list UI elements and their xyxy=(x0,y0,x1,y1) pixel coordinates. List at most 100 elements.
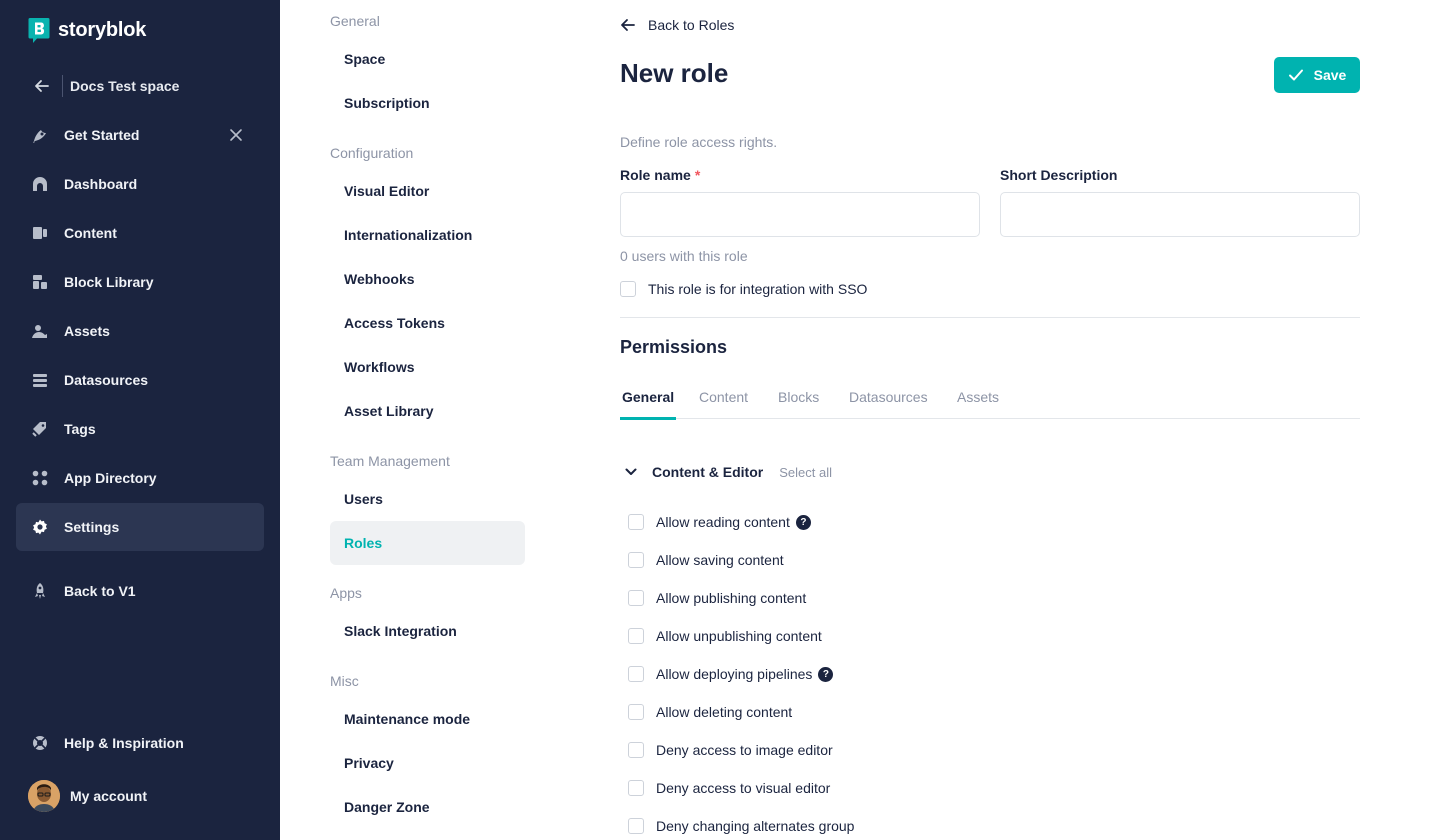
nav-item-tags[interactable]: Tags xyxy=(16,405,264,453)
tab-general[interactable]: General xyxy=(620,389,677,420)
permission-row[interactable]: Allow saving content xyxy=(628,541,1228,579)
permission-row[interactable]: Allow reading content ? xyxy=(628,503,1228,541)
arrow-left-icon[interactable] xyxy=(28,74,56,98)
sso-label: This role is for integration with SSO xyxy=(648,281,868,297)
menu-item-internationalization[interactable]: Internationalization xyxy=(330,213,525,257)
nav-item-app-directory[interactable]: App Directory xyxy=(16,454,264,502)
menu-item-access-tokens[interactable]: Access Tokens xyxy=(330,301,525,345)
close-icon[interactable] xyxy=(228,127,244,143)
permission-row[interactable]: Allow deleting content xyxy=(628,693,1228,731)
permission-list: Allow reading content ? Allow saving con… xyxy=(628,503,1228,840)
nav-item-help[interactable]: Help & Inspiration xyxy=(16,719,264,767)
storyblok-logo-icon xyxy=(28,17,50,43)
space-switcher[interactable]: Docs Test space xyxy=(28,74,179,98)
account-menu[interactable]: My account xyxy=(28,780,147,812)
nav-item-settings[interactable]: Settings xyxy=(16,503,264,551)
permission-checkbox[interactable] xyxy=(628,514,644,530)
tab-datasources[interactable]: Datasources xyxy=(849,389,928,419)
permission-checkbox[interactable] xyxy=(628,666,644,682)
permission-row[interactable]: Allow deploying pipelines ? xyxy=(628,655,1228,693)
back-to-roles-link[interactable]: Back to Roles xyxy=(620,14,734,36)
nav-label: Datasources xyxy=(64,372,149,388)
permission-label: Deny changing alternates group xyxy=(656,818,855,834)
back-label: Back to Roles xyxy=(648,17,735,33)
select-all-link[interactable]: Select all xyxy=(779,465,832,480)
menu-item-roles[interactable]: Roles xyxy=(330,521,525,565)
check-icon xyxy=(1288,67,1304,83)
sso-checkbox[interactable] xyxy=(620,281,636,297)
nav-label: Get Started xyxy=(64,127,140,143)
permission-label: Allow saving content xyxy=(656,552,784,568)
group-title-team-management: Team Management xyxy=(330,453,450,469)
permission-row[interactable]: Allow unpublishing content xyxy=(628,617,1228,655)
lifebuoy-icon xyxy=(31,734,49,752)
role-name-label-text: Role name xyxy=(620,167,691,183)
chevron-down-icon[interactable] xyxy=(624,465,638,479)
permission-group-header[interactable]: Content & Editor Select all xyxy=(624,463,832,481)
permission-row[interactable]: Deny access to visual editor xyxy=(628,769,1228,807)
gear-icon xyxy=(31,518,49,536)
menu-item-workflows[interactable]: Workflows xyxy=(330,345,525,389)
permission-checkbox[interactable] xyxy=(628,628,644,644)
nav-item-back-to-v1[interactable]: Back to V1 xyxy=(16,567,264,615)
permissions-title: Permissions xyxy=(620,337,728,357)
permission-row[interactable]: Allow publishing content xyxy=(628,579,1228,617)
permission-group-title: Content & Editor xyxy=(652,464,764,480)
save-button[interactable]: Save xyxy=(1274,57,1360,93)
app-name: storyblok xyxy=(58,18,147,41)
settings-menu: General Space Subscription Configuration… xyxy=(280,0,580,840)
menu-item-asset-library[interactable]: Asset Library xyxy=(330,389,525,433)
tab-assets[interactable]: Assets xyxy=(957,389,999,419)
save-label: Save xyxy=(1313,67,1347,83)
menu-item-webhooks[interactable]: Webhooks xyxy=(330,257,525,301)
group-title-apps: Apps xyxy=(330,585,362,601)
permission-checkbox[interactable] xyxy=(628,742,644,758)
space-name: Docs Test space xyxy=(70,78,180,94)
permission-label: Deny access to image editor xyxy=(656,742,833,758)
nav-item-get-started[interactable]: Get Started xyxy=(16,111,264,159)
nav-item-content[interactable]: Content xyxy=(16,209,264,257)
storyblok-logo[interactable]: storyblok xyxy=(28,17,146,43)
permission-checkbox[interactable] xyxy=(628,552,644,568)
permission-tabs: General Content Blocks Datasources Asset… xyxy=(620,389,1360,420)
permission-row[interactable]: Deny changing alternates group xyxy=(628,807,1228,840)
permission-checkbox[interactable] xyxy=(628,590,644,606)
menu-item-privacy[interactable]: Privacy xyxy=(330,741,525,785)
nav-item-assets[interactable]: Assets xyxy=(16,307,264,355)
apps-icon xyxy=(31,469,49,487)
nav-label: Settings xyxy=(64,519,120,535)
permission-checkbox[interactable] xyxy=(628,704,644,720)
role-name-input[interactable] xyxy=(620,192,980,237)
nav-label: Back to V1 xyxy=(64,583,136,599)
nav-label: Tags xyxy=(64,421,96,437)
menu-item-slack-integration[interactable]: Slack Integration xyxy=(330,609,525,653)
datasources-icon xyxy=(31,371,49,389)
sso-option[interactable]: This role is for integration with SSO xyxy=(620,281,867,297)
permission-row[interactable]: Deny access to image editor xyxy=(628,731,1228,769)
permission-label: Deny access to visual editor xyxy=(656,780,831,796)
menu-item-danger-zone[interactable]: Danger Zone xyxy=(330,785,525,829)
menu-item-users[interactable]: Users xyxy=(330,477,525,521)
permission-label: Allow publishing content xyxy=(656,590,807,606)
permission-checkbox[interactable] xyxy=(628,780,644,796)
menu-item-subscription[interactable]: Subscription xyxy=(330,81,525,125)
blocks-icon xyxy=(31,273,49,291)
short-description-input[interactable] xyxy=(1000,192,1360,237)
tab-content[interactable]: Content xyxy=(699,389,748,419)
nav-item-block-library[interactable]: Block Library xyxy=(16,258,264,306)
users-count: 0 users with this role xyxy=(620,248,748,264)
menu-item-visual-editor[interactable]: Visual Editor xyxy=(330,169,525,213)
menu-item-maintenance-mode[interactable]: Maintenance mode xyxy=(330,697,525,741)
nav-label: Block Library xyxy=(64,274,154,290)
nav-item-datasources[interactable]: Datasources xyxy=(16,356,264,404)
permission-checkbox[interactable] xyxy=(628,818,644,834)
permission-label: Allow reading content xyxy=(656,514,790,530)
help-icon[interactable]: ? xyxy=(818,666,834,682)
avatar xyxy=(28,780,60,812)
nav-item-dashboard[interactable]: Dashboard xyxy=(16,160,264,208)
help-icon[interactable]: ? xyxy=(795,514,811,530)
menu-item-space[interactable]: Space xyxy=(330,37,525,81)
account-label: My account xyxy=(70,788,148,804)
tag-icon xyxy=(31,420,49,438)
tab-blocks[interactable]: Blocks xyxy=(778,389,819,419)
